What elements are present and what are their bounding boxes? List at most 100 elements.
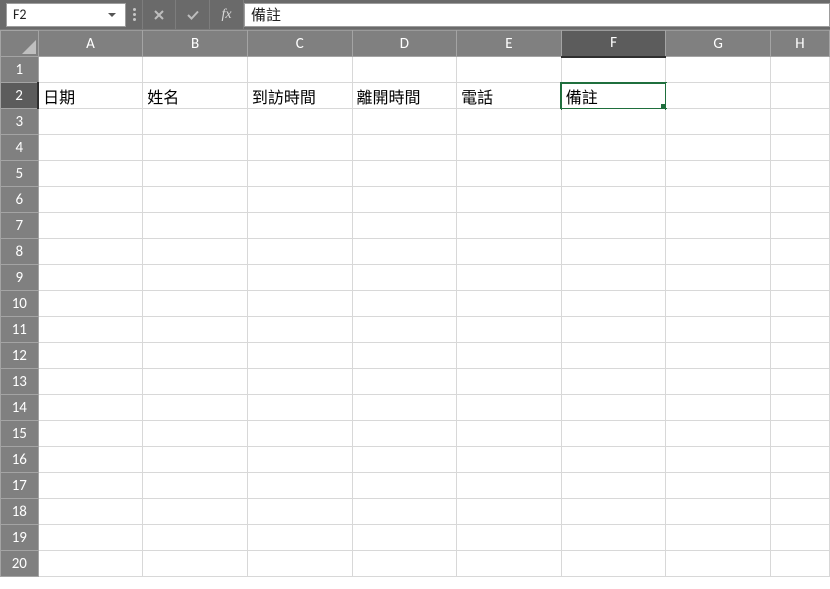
- cell-D13[interactable]: [352, 369, 457, 395]
- cell-E19[interactable]: [457, 525, 562, 551]
- cell-D11[interactable]: [352, 317, 457, 343]
- cell-H13[interactable]: [770, 369, 829, 395]
- cell-C10[interactable]: [247, 291, 352, 317]
- cell-F18[interactable]: [561, 499, 666, 525]
- cell-B15[interactable]: [143, 421, 248, 447]
- cell-F14[interactable]: [561, 395, 666, 421]
- row-header-18[interactable]: 18: [1, 499, 39, 525]
- cell-B13[interactable]: [143, 369, 248, 395]
- cell-A13[interactable]: [38, 369, 143, 395]
- cell-G1[interactable]: [666, 57, 770, 83]
- cell-H3[interactable]: [770, 109, 829, 135]
- cell-C8[interactable]: [247, 239, 352, 265]
- cell-D16[interactable]: [352, 447, 457, 473]
- cell-E17[interactable]: [457, 473, 562, 499]
- cell-A16[interactable]: [38, 447, 143, 473]
- column-header-A[interactable]: A: [38, 31, 143, 57]
- cell-D12[interactable]: [352, 343, 457, 369]
- row-header-14[interactable]: 14: [1, 395, 39, 421]
- cell-G16[interactable]: [666, 447, 770, 473]
- row-header-3[interactable]: 3: [1, 109, 39, 135]
- cell-F1[interactable]: [561, 57, 666, 83]
- cell-D17[interactable]: [352, 473, 457, 499]
- cell-D18[interactable]: [352, 499, 457, 525]
- cell-A1[interactable]: [38, 57, 143, 83]
- cell-G5[interactable]: [666, 161, 770, 187]
- cell-F17[interactable]: [561, 473, 666, 499]
- cell-D1[interactable]: [352, 57, 457, 83]
- cell-C6[interactable]: [247, 187, 352, 213]
- row-header-15[interactable]: 15: [1, 421, 39, 447]
- row-header-19[interactable]: 19: [1, 525, 39, 551]
- cell-F5[interactable]: [561, 161, 666, 187]
- cell-G13[interactable]: [666, 369, 770, 395]
- cell-E4[interactable]: [457, 135, 562, 161]
- cell-A2[interactable]: 日期: [38, 83, 143, 109]
- cell-D19[interactable]: [352, 525, 457, 551]
- cell-F8[interactable]: [561, 239, 666, 265]
- cell-F13[interactable]: [561, 369, 666, 395]
- row-header-10[interactable]: 10: [1, 291, 39, 317]
- cell-E1[interactable]: [457, 57, 562, 83]
- row-header-2[interactable]: 2: [1, 83, 39, 109]
- cell-D8[interactable]: [352, 239, 457, 265]
- cell-C3[interactable]: [247, 109, 352, 135]
- cell-C13[interactable]: [247, 369, 352, 395]
- row-header-5[interactable]: 5: [1, 161, 39, 187]
- cell-H5[interactable]: [770, 161, 829, 187]
- cell-B8[interactable]: [143, 239, 248, 265]
- cell-E14[interactable]: [457, 395, 562, 421]
- cell-H4[interactable]: [770, 135, 829, 161]
- cell-A9[interactable]: [38, 265, 143, 291]
- cell-B6[interactable]: [143, 187, 248, 213]
- cell-F7[interactable]: [561, 213, 666, 239]
- cell-C18[interactable]: [247, 499, 352, 525]
- cell-C1[interactable]: [247, 57, 352, 83]
- cell-H7[interactable]: [770, 213, 829, 239]
- cell-H19[interactable]: [770, 525, 829, 551]
- cell-C17[interactable]: [247, 473, 352, 499]
- cell-H18[interactable]: [770, 499, 829, 525]
- row-header-9[interactable]: 9: [1, 265, 39, 291]
- cell-C2[interactable]: 到訪時間: [247, 83, 352, 109]
- cell-G17[interactable]: [666, 473, 770, 499]
- cell-D20[interactable]: [352, 551, 457, 577]
- cell-F4[interactable]: [561, 135, 666, 161]
- cell-H15[interactable]: [770, 421, 829, 447]
- name-box[interactable]: F2: [6, 3, 126, 27]
- cell-F3[interactable]: [561, 109, 666, 135]
- cell-H9[interactable]: [770, 265, 829, 291]
- cell-A12[interactable]: [38, 343, 143, 369]
- cell-F10[interactable]: [561, 291, 666, 317]
- cell-D14[interactable]: [352, 395, 457, 421]
- column-header-H[interactable]: H: [770, 31, 829, 57]
- confirm-button[interactable]: [176, 0, 210, 29]
- cell-G10[interactable]: [666, 291, 770, 317]
- row-header-4[interactable]: 4: [1, 135, 39, 161]
- cell-A3[interactable]: [38, 109, 143, 135]
- spreadsheet-grid[interactable]: ABCDEFGH12日期姓名到訪時間離開時間電話備註34567891011121…: [0, 30, 830, 577]
- cell-E8[interactable]: [457, 239, 562, 265]
- row-header-13[interactable]: 13: [1, 369, 39, 395]
- cell-G19[interactable]: [666, 525, 770, 551]
- column-header-C[interactable]: C: [247, 31, 352, 57]
- cell-F11[interactable]: [561, 317, 666, 343]
- cell-G14[interactable]: [666, 395, 770, 421]
- cell-C20[interactable]: [247, 551, 352, 577]
- cell-C5[interactable]: [247, 161, 352, 187]
- cell-E10[interactable]: [457, 291, 562, 317]
- cell-H17[interactable]: [770, 473, 829, 499]
- cell-E13[interactable]: [457, 369, 562, 395]
- row-header-16[interactable]: 16: [1, 447, 39, 473]
- cell-F12[interactable]: [561, 343, 666, 369]
- cell-D5[interactable]: [352, 161, 457, 187]
- column-header-E[interactable]: E: [457, 31, 562, 57]
- cell-D6[interactable]: [352, 187, 457, 213]
- cell-E11[interactable]: [457, 317, 562, 343]
- cell-C12[interactable]: [247, 343, 352, 369]
- cell-C16[interactable]: [247, 447, 352, 473]
- cell-A11[interactable]: [38, 317, 143, 343]
- row-header-7[interactable]: 7: [1, 213, 39, 239]
- cell-E5[interactable]: [457, 161, 562, 187]
- column-header-D[interactable]: D: [352, 31, 457, 57]
